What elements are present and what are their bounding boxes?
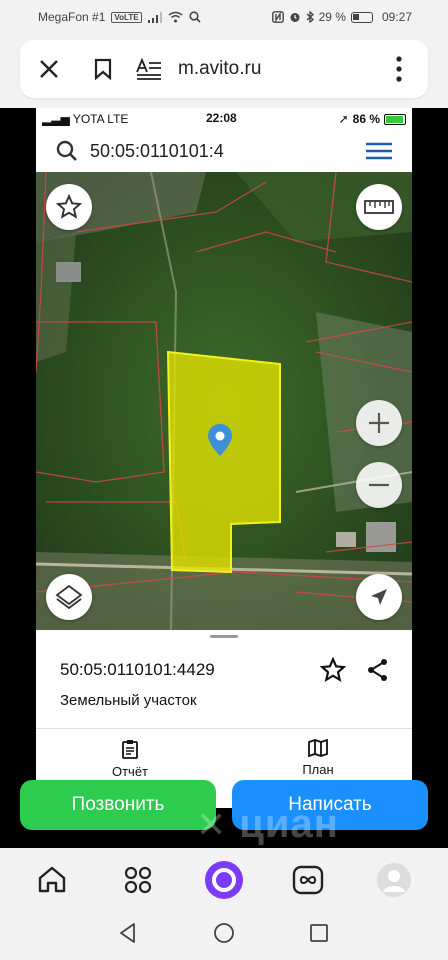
battery-percent: 29 % (318, 10, 346, 24)
cadastre-search-bar[interactable]: 50:05:0110101:4 (46, 134, 406, 168)
map-icon (308, 739, 328, 757)
recents-icon[interactable] (304, 918, 334, 948)
more-menu-icon[interactable] (384, 54, 414, 84)
wifi-icon (168, 11, 183, 23)
ios-carrier: YOTA (72, 112, 104, 126)
clock: 09:27 (381, 10, 412, 24)
photo-viewer: ▂▃▅ YOTA LTE 22:08 ➚ 86 % 50:05:0110101:4 (0, 108, 448, 848)
battery-icon (350, 11, 373, 23)
zoom-out-icon[interactable] (356, 462, 402, 508)
zoom-in-icon[interactable] (356, 400, 402, 446)
ios-network: LTE (107, 112, 129, 126)
call-button-label: Позвонить (71, 794, 165, 815)
ios-status-bar: ▂▃▅ YOTA LTE 22:08 ➚ 86 % (36, 108, 412, 130)
volte-badge: VoLTE (111, 11, 142, 23)
alice-assistant-icon[interactable] (202, 858, 246, 902)
close-icon[interactable] (34, 54, 64, 84)
listing-screenshot[interactable]: ▂▃▅ YOTA LTE 22:08 ➚ 86 % 50:05:0110101:4 (36, 108, 412, 808)
watermark-text: циан (239, 802, 339, 846)
alarm-icon (290, 13, 300, 22)
favorite-star-icon[interactable] (320, 657, 346, 683)
search-icon (56, 140, 77, 161)
back-icon[interactable] (113, 918, 143, 948)
signal-icon (147, 11, 162, 23)
watermark: ✕ циан (196, 802, 339, 846)
plot-type: Земельный участок (60, 692, 197, 709)
ios-time: 22:08 (206, 111, 237, 125)
carrier-label: MegaFon #1 (38, 10, 106, 24)
browser-bottom-nav (0, 848, 448, 960)
search-icon (188, 11, 201, 23)
my-location-icon[interactable] (356, 574, 402, 620)
ios-battery-percent: 86 % (352, 112, 380, 126)
tab-plan-label: План (302, 762, 334, 777)
clipboard-icon (122, 740, 138, 759)
location-arrow-icon: ➚ (338, 112, 349, 126)
call-button[interactable]: Позвонить (20, 780, 216, 830)
hamburger-menu-icon[interactable] (366, 142, 392, 160)
profile-avatar-icon[interactable] (374, 860, 414, 900)
tab-plan[interactable]: План (278, 739, 358, 777)
bookmark-icon[interactable] (88, 54, 118, 84)
ruler-icon[interactable] (356, 184, 402, 230)
browser-address-bar: m.avito.ru (20, 40, 428, 98)
reader-mode-icon[interactable] (134, 54, 164, 84)
search-query: 50:05:0110101:4 (90, 141, 224, 161)
map-imagery (36, 172, 412, 630)
tabs-switcher-icon[interactable] (288, 860, 328, 900)
cadastral-number: 50:05:0110101:4429 (60, 660, 215, 679)
ios-battery-icon (384, 113, 406, 125)
favorite-star-icon[interactable] (46, 184, 92, 230)
tab-report[interactable]: Отчёт (90, 739, 170, 779)
url-text[interactable]: m.avito.ru (178, 58, 261, 80)
satellite-map[interactable] (36, 172, 412, 630)
ios-signal-icon: ▂▃▅ (42, 112, 70, 126)
nfc-icon (271, 11, 284, 23)
status-bar: MegaFon #1 VoLTE 29 % 09:27 (0, 0, 448, 36)
share-icon[interactable] (366, 658, 390, 682)
layers-icon[interactable] (46, 574, 92, 620)
page: MegaFon #1 VoLTE 29 % 09:27 m.avito.ru ▂… (0, 0, 448, 960)
tab-report-label: Отчёт (111, 764, 149, 779)
services-grid-icon[interactable] (118, 860, 158, 900)
sheet-handle[interactable] (210, 635, 238, 638)
home-icon[interactable] (32, 860, 72, 900)
home-circle-icon[interactable] (209, 918, 239, 948)
bluetooth-icon (306, 11, 314, 23)
